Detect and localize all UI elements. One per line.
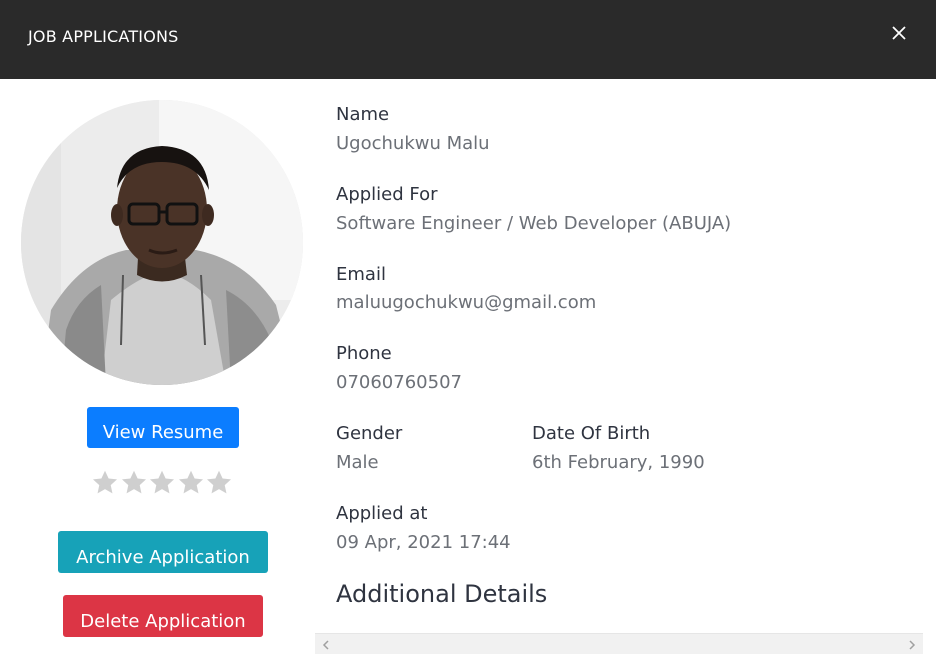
applied-at-value: 09 Apr, 2021 17:44	[336, 532, 511, 553]
chevron-left-icon[interactable]	[319, 637, 333, 651]
star-icon[interactable]	[120, 469, 148, 497]
modal-header: JOB APPLICATIONS	[0, 0, 936, 79]
phone-value: 07060760507	[336, 372, 462, 393]
applied-for-label: Applied For	[336, 184, 438, 205]
star-icon[interactable]	[148, 469, 176, 497]
star-icon[interactable]	[177, 469, 205, 497]
name-label: Name	[336, 104, 390, 125]
close-icon[interactable]	[888, 22, 910, 44]
star-icon[interactable]	[205, 469, 233, 497]
email-value: maluugochukwu@gmail.com	[336, 292, 597, 313]
modal-title: JOB APPLICATIONS	[28, 27, 179, 46]
view-resume-button[interactable]: View Resume	[87, 407, 239, 448]
date-of-birth-label: Date Of Birth	[532, 423, 651, 444]
date-of-birth-value: 6th February, 1990	[532, 452, 705, 473]
rating-stars[interactable]	[91, 469, 235, 497]
name-value: Ugochukwu Malu	[336, 133, 490, 154]
gender-label: Gender	[336, 423, 403, 444]
gender-value: Male	[336, 452, 379, 473]
chevron-right-icon[interactable]	[905, 637, 919, 651]
email-label: Email	[336, 264, 386, 285]
applied-at-label: Applied at	[336, 503, 428, 524]
job-application-modal: JOB APPLICATIONS View Resume Archive App…	[0, 0, 936, 669]
applied-for-value: Software Engineer / Web Developer (ABUJA…	[336, 213, 732, 234]
applicant-photo	[21, 100, 303, 385]
phone-label: Phone	[336, 343, 392, 364]
horizontal-scrollbar[interactable]	[315, 633, 923, 654]
archive-application-button[interactable]: Archive Application	[58, 531, 268, 573]
star-icon[interactable]	[91, 469, 119, 497]
additional-details-heading: Additional Details	[336, 580, 548, 608]
delete-application-button[interactable]: Delete Application	[63, 595, 263, 637]
